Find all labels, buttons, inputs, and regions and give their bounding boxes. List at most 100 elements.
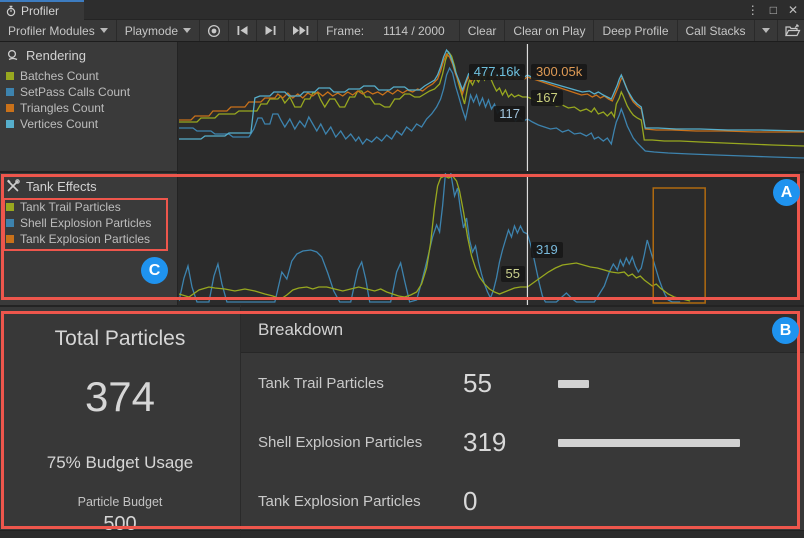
total-particles-card: Total Particles 374 75% Budget Usage Par… xyxy=(0,307,240,530)
legend-swatch xyxy=(6,120,14,128)
rendering-module-title: Rendering xyxy=(26,48,86,63)
profiler-modules-label: Profiler Modules xyxy=(8,24,95,38)
clear-on-play-label: Clear on Play xyxy=(513,24,585,38)
chart-value-label: 117 xyxy=(494,106,525,122)
breakdown-row-tank-trail: Tank Trail Particles 55 xyxy=(241,354,804,413)
legend-item-shell-explosion[interactable]: Shell Explosion Particles xyxy=(6,215,177,231)
total-particles-title: Total Particles xyxy=(55,327,186,351)
breakdown-header: Breakdown xyxy=(241,307,804,353)
profiler-window: Profiler ⋮ □ ✕ Profiler Modules Playmode xyxy=(0,0,804,538)
record-button[interactable] xyxy=(200,20,229,41)
close-icon[interactable]: ✕ xyxy=(788,0,798,20)
tab-title: Profiler xyxy=(21,4,59,18)
tank-effects-sidebar: Tank Effects Tank Trail Particles Shell … xyxy=(0,173,178,305)
legend-item-vertices[interactable]: Vertices Count xyxy=(6,116,177,132)
rendering-module-row: Rendering Batches Count SetPass Calls Co… xyxy=(0,42,804,171)
deep-profile-button[interactable]: Deep Profile xyxy=(594,20,677,41)
legend-label: Triangles Count xyxy=(20,101,104,115)
prev-frame-button[interactable] xyxy=(229,20,257,41)
clear-label: Clear xyxy=(468,24,497,38)
breakdown-row-label: Tank Explosion Particles xyxy=(241,493,463,510)
breakdown-row-tank-explosion: Tank Explosion Particles 0 xyxy=(241,472,804,531)
toolbar: Profiler Modules Playmode xyxy=(0,20,804,42)
prev-frame-icon xyxy=(236,25,249,36)
tab-profiler[interactable]: Profiler xyxy=(0,0,84,20)
load-profile-button[interactable] xyxy=(778,20,804,41)
legend-swatch xyxy=(6,219,14,227)
rendering-module-header[interactable]: Rendering xyxy=(0,42,177,66)
legend-item-setpass[interactable]: SetPass Calls Count xyxy=(6,84,177,100)
load-profile-icon xyxy=(785,24,801,37)
breakdown-row-value: 0 xyxy=(463,486,558,517)
tank-effects-module-title: Tank Effects xyxy=(26,179,97,194)
camera-icon xyxy=(6,48,20,62)
legend-label: Tank Trail Particles xyxy=(20,200,121,214)
rendering-sidebar: Rendering Batches Count SetPass Calls Co… xyxy=(0,42,178,171)
chevron-down-icon xyxy=(183,28,191,33)
window-controls: ⋮ □ ✕ xyxy=(747,0,798,20)
kebab-menu-icon[interactable]: ⋮ xyxy=(747,0,759,20)
legend-label: SetPass Calls Count xyxy=(20,85,130,99)
frame-value: 1114 / 2000 xyxy=(383,24,445,38)
tank-effects-chart[interactable]: 31955 xyxy=(179,173,804,305)
chart-value-label: 167 xyxy=(531,90,563,106)
legend-swatch xyxy=(6,72,14,80)
call-stacks-label: Call Stacks xyxy=(686,24,746,38)
last-frame-icon xyxy=(292,25,310,36)
playmode-dropdown[interactable]: Playmode xyxy=(117,20,200,41)
annotation-badge-b: B xyxy=(772,317,799,344)
tank-effects-module-row: Tank Effects Tank Trail Particles Shell … xyxy=(0,173,804,305)
breakdown-row-label: Tank Trail Particles xyxy=(241,375,463,392)
particle-budget-label: Particle Budget xyxy=(78,495,163,509)
legend-item-triangles[interactable]: Triangles Count xyxy=(6,100,177,116)
details-panel: Total Particles 374 75% Budget Usage Par… xyxy=(0,305,804,530)
details-vertical-divider xyxy=(240,305,241,538)
profiler-modules-dropdown[interactable]: Profiler Modules xyxy=(0,20,117,41)
rendering-chart[interactable]: 477.16k 300.05k 167 117 xyxy=(179,42,804,171)
stopwatch-icon xyxy=(5,5,17,17)
current-frame-button[interactable] xyxy=(285,20,318,41)
chevron-down-icon xyxy=(100,28,108,33)
frame-prefix: Frame: xyxy=(326,24,364,38)
total-particles-value: 374 xyxy=(85,373,155,421)
legend-label: Vertices Count xyxy=(20,117,98,131)
clear-button[interactable]: Clear xyxy=(459,20,506,41)
call-stacks-dropdown[interactable] xyxy=(755,20,778,41)
legend-label: Batches Count xyxy=(20,69,99,83)
clear-on-play-button[interactable]: Clear on Play xyxy=(505,20,594,41)
breakdown-rows: Tank Trail Particles 55 Shell Explosion … xyxy=(241,354,804,530)
breakdown-panel: Breakdown Tank Trail Particles 55 Shell … xyxy=(241,307,804,530)
legend-label: Shell Explosion Particles xyxy=(20,216,151,230)
breakdown-row-label: Shell Explosion Particles xyxy=(241,434,463,451)
tools-icon xyxy=(6,179,20,193)
breakdown-row-bar xyxy=(558,380,589,388)
next-frame-icon xyxy=(264,25,277,36)
chart-value-label: 300.05k xyxy=(531,64,587,80)
annotation-badge-a: A xyxy=(773,179,800,206)
record-icon xyxy=(207,24,221,38)
chevron-down-icon xyxy=(762,28,770,33)
call-stacks-button[interactable]: Call Stacks xyxy=(678,20,755,41)
breakdown-row-value: 55 xyxy=(463,368,558,399)
budget-usage-label: 75% Budget Usage xyxy=(47,453,194,473)
next-frame-button[interactable] xyxy=(257,20,285,41)
deep-profile-label: Deep Profile xyxy=(602,24,668,38)
legend-swatch xyxy=(6,104,14,112)
maximize-icon[interactable]: □ xyxy=(770,0,777,20)
legend-item-tank-trail[interactable]: Tank Trail Particles xyxy=(6,199,177,215)
breakdown-row-value: 319 xyxy=(463,427,558,458)
breakdown-title: Breakdown xyxy=(258,320,343,340)
bottom-strip xyxy=(0,530,804,538)
breakdown-row-shell-explosion: Shell Explosion Particles 319 xyxy=(241,413,804,472)
legend-item-tank-explosion[interactable]: Tank Explosion Particles xyxy=(6,231,177,247)
rendering-legend: Batches Count SetPass Calls Count Triang… xyxy=(0,66,177,132)
legend-swatch xyxy=(6,203,14,211)
legend-item-batches[interactable]: Batches Count xyxy=(6,68,177,84)
tank-effects-module-header[interactable]: Tank Effects xyxy=(0,173,177,197)
playmode-label: Playmode xyxy=(125,24,178,38)
frame-indicator: Frame: 1114 / 2000 xyxy=(318,20,459,41)
legend-label: Tank Explosion Particles xyxy=(20,232,150,246)
legend-swatch xyxy=(6,235,14,243)
chart-value-label: 477.16k xyxy=(469,64,525,80)
breakdown-row-bar xyxy=(558,439,740,447)
